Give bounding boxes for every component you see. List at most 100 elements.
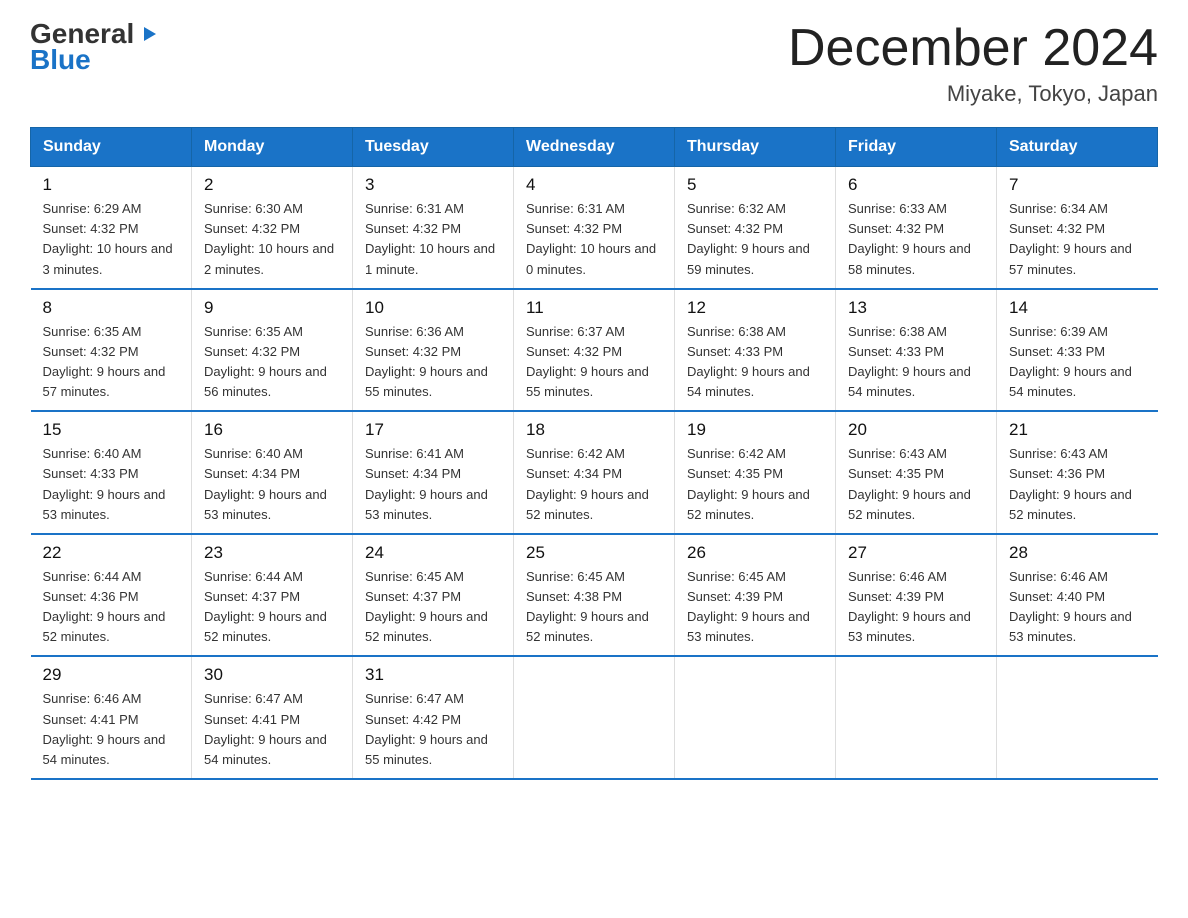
day-number: 9 <box>204 298 340 318</box>
day-info: Sunrise: 6:46 AM Sunset: 4:40 PM Dayligh… <box>1009 567 1146 648</box>
weekday-header-row: SundayMondayTuesdayWednesdayThursdayFrid… <box>31 128 1158 167</box>
calendar-day-cell: 30 Sunrise: 6:47 AM Sunset: 4:41 PM Dayl… <box>192 656 353 779</box>
day-number: 25 <box>526 543 662 563</box>
calendar-day-cell: 18 Sunrise: 6:42 AM Sunset: 4:34 PM Dayl… <box>514 411 675 534</box>
day-number: 18 <box>526 420 662 440</box>
day-info: Sunrise: 6:40 AM Sunset: 4:33 PM Dayligh… <box>43 444 180 525</box>
day-info: Sunrise: 6:32 AM Sunset: 4:32 PM Dayligh… <box>687 199 823 280</box>
day-number: 23 <box>204 543 340 563</box>
day-number: 8 <box>43 298 180 318</box>
calendar-day-cell: 17 Sunrise: 6:41 AM Sunset: 4:34 PM Dayl… <box>353 411 514 534</box>
day-number: 27 <box>848 543 984 563</box>
page-header: General Blue December 2024 Miyake, Tokyo… <box>30 20 1158 107</box>
calendar-day-cell: 15 Sunrise: 6:40 AM Sunset: 4:33 PM Dayl… <box>31 411 192 534</box>
day-info: Sunrise: 6:47 AM Sunset: 4:41 PM Dayligh… <box>204 689 340 770</box>
day-info: Sunrise: 6:41 AM Sunset: 4:34 PM Dayligh… <box>365 444 501 525</box>
day-info: Sunrise: 6:36 AM Sunset: 4:32 PM Dayligh… <box>365 322 501 403</box>
calendar-day-cell: 1 Sunrise: 6:29 AM Sunset: 4:32 PM Dayli… <box>31 167 192 289</box>
day-info: Sunrise: 6:45 AM Sunset: 4:38 PM Dayligh… <box>526 567 662 648</box>
calendar-day-cell: 7 Sunrise: 6:34 AM Sunset: 4:32 PM Dayli… <box>997 167 1158 289</box>
calendar-day-cell <box>836 656 997 779</box>
day-info: Sunrise: 6:44 AM Sunset: 4:36 PM Dayligh… <box>43 567 180 648</box>
calendar-day-cell: 25 Sunrise: 6:45 AM Sunset: 4:38 PM Dayl… <box>514 534 675 657</box>
day-number: 14 <box>1009 298 1146 318</box>
calendar-day-cell: 3 Sunrise: 6:31 AM Sunset: 4:32 PM Dayli… <box>353 167 514 289</box>
calendar-day-cell: 27 Sunrise: 6:46 AM Sunset: 4:39 PM Dayl… <box>836 534 997 657</box>
day-info: Sunrise: 6:45 AM Sunset: 4:37 PM Dayligh… <box>365 567 501 648</box>
day-info: Sunrise: 6:39 AM Sunset: 4:33 PM Dayligh… <box>1009 322 1146 403</box>
calendar-location: Miyake, Tokyo, Japan <box>788 81 1158 107</box>
day-number: 3 <box>365 175 501 195</box>
calendar-month-year: December 2024 <box>788 20 1158 77</box>
calendar-header: SundayMondayTuesdayWednesdayThursdayFrid… <box>31 128 1158 167</box>
day-number: 24 <box>365 543 501 563</box>
logo: General Blue <box>30 20 158 76</box>
calendar-table: SundayMondayTuesdayWednesdayThursdayFrid… <box>30 127 1158 780</box>
day-info: Sunrise: 6:34 AM Sunset: 4:32 PM Dayligh… <box>1009 199 1146 280</box>
day-number: 5 <box>687 175 823 195</box>
day-info: Sunrise: 6:46 AM Sunset: 4:41 PM Dayligh… <box>43 689 180 770</box>
day-number: 15 <box>43 420 180 440</box>
calendar-day-cell: 31 Sunrise: 6:47 AM Sunset: 4:42 PM Dayl… <box>353 656 514 779</box>
day-number: 17 <box>365 420 501 440</box>
day-number: 31 <box>365 665 501 685</box>
day-number: 1 <box>43 175 180 195</box>
calendar-day-cell: 10 Sunrise: 6:36 AM Sunset: 4:32 PM Dayl… <box>353 289 514 412</box>
calendar-day-cell: 6 Sunrise: 6:33 AM Sunset: 4:32 PM Dayli… <box>836 167 997 289</box>
calendar-week-4: 22 Sunrise: 6:44 AM Sunset: 4:36 PM Dayl… <box>31 534 1158 657</box>
calendar-body: 1 Sunrise: 6:29 AM Sunset: 4:32 PM Dayli… <box>31 167 1158 779</box>
weekday-saturday: Saturday <box>997 128 1158 167</box>
calendar-day-cell: 28 Sunrise: 6:46 AM Sunset: 4:40 PM Dayl… <box>997 534 1158 657</box>
logo-arrow-icon <box>136 23 158 45</box>
calendar-day-cell: 22 Sunrise: 6:44 AM Sunset: 4:36 PM Dayl… <box>31 534 192 657</box>
calendar-week-2: 8 Sunrise: 6:35 AM Sunset: 4:32 PM Dayli… <box>31 289 1158 412</box>
day-number: 16 <box>204 420 340 440</box>
day-info: Sunrise: 6:37 AM Sunset: 4:32 PM Dayligh… <box>526 322 662 403</box>
weekday-friday: Friday <box>836 128 997 167</box>
day-number: 19 <box>687 420 823 440</box>
day-info: Sunrise: 6:35 AM Sunset: 4:32 PM Dayligh… <box>204 322 340 403</box>
weekday-wednesday: Wednesday <box>514 128 675 167</box>
day-info: Sunrise: 6:42 AM Sunset: 4:35 PM Dayligh… <box>687 444 823 525</box>
calendar-day-cell: 2 Sunrise: 6:30 AM Sunset: 4:32 PM Dayli… <box>192 167 353 289</box>
calendar-day-cell <box>514 656 675 779</box>
day-number: 28 <box>1009 543 1146 563</box>
calendar-day-cell: 14 Sunrise: 6:39 AM Sunset: 4:33 PM Dayl… <box>997 289 1158 412</box>
day-number: 30 <box>204 665 340 685</box>
day-info: Sunrise: 6:30 AM Sunset: 4:32 PM Dayligh… <box>204 199 340 280</box>
day-number: 26 <box>687 543 823 563</box>
calendar-day-cell: 26 Sunrise: 6:45 AM Sunset: 4:39 PM Dayl… <box>675 534 836 657</box>
day-info: Sunrise: 6:38 AM Sunset: 4:33 PM Dayligh… <box>687 322 823 403</box>
calendar-day-cell: 21 Sunrise: 6:43 AM Sunset: 4:36 PM Dayl… <box>997 411 1158 534</box>
day-info: Sunrise: 6:33 AM Sunset: 4:32 PM Dayligh… <box>848 199 984 280</box>
weekday-tuesday: Tuesday <box>353 128 514 167</box>
calendar-day-cell <box>997 656 1158 779</box>
calendar-week-3: 15 Sunrise: 6:40 AM Sunset: 4:33 PM Dayl… <box>31 411 1158 534</box>
day-info: Sunrise: 6:40 AM Sunset: 4:34 PM Dayligh… <box>204 444 340 525</box>
day-info: Sunrise: 6:47 AM Sunset: 4:42 PM Dayligh… <box>365 689 501 770</box>
calendar-week-5: 29 Sunrise: 6:46 AM Sunset: 4:41 PM Dayl… <box>31 656 1158 779</box>
day-number: 10 <box>365 298 501 318</box>
day-info: Sunrise: 6:42 AM Sunset: 4:34 PM Dayligh… <box>526 444 662 525</box>
day-number: 21 <box>1009 420 1146 440</box>
day-number: 13 <box>848 298 984 318</box>
day-number: 2 <box>204 175 340 195</box>
day-number: 29 <box>43 665 180 685</box>
day-info: Sunrise: 6:31 AM Sunset: 4:32 PM Dayligh… <box>526 199 662 280</box>
calendar-day-cell: 5 Sunrise: 6:32 AM Sunset: 4:32 PM Dayli… <box>675 167 836 289</box>
day-info: Sunrise: 6:44 AM Sunset: 4:37 PM Dayligh… <box>204 567 340 648</box>
calendar-day-cell: 23 Sunrise: 6:44 AM Sunset: 4:37 PM Dayl… <box>192 534 353 657</box>
day-info: Sunrise: 6:35 AM Sunset: 4:32 PM Dayligh… <box>43 322 180 403</box>
calendar-day-cell: 11 Sunrise: 6:37 AM Sunset: 4:32 PM Dayl… <box>514 289 675 412</box>
calendar-day-cell: 29 Sunrise: 6:46 AM Sunset: 4:41 PM Dayl… <box>31 656 192 779</box>
calendar-day-cell <box>675 656 836 779</box>
logo-text-blue: Blue <box>30 44 91 76</box>
calendar-day-cell: 12 Sunrise: 6:38 AM Sunset: 4:33 PM Dayl… <box>675 289 836 412</box>
weekday-sunday: Sunday <box>31 128 192 167</box>
day-number: 20 <box>848 420 984 440</box>
day-number: 7 <box>1009 175 1146 195</box>
day-number: 12 <box>687 298 823 318</box>
day-info: Sunrise: 6:38 AM Sunset: 4:33 PM Dayligh… <box>848 322 984 403</box>
weekday-monday: Monday <box>192 128 353 167</box>
day-number: 6 <box>848 175 984 195</box>
